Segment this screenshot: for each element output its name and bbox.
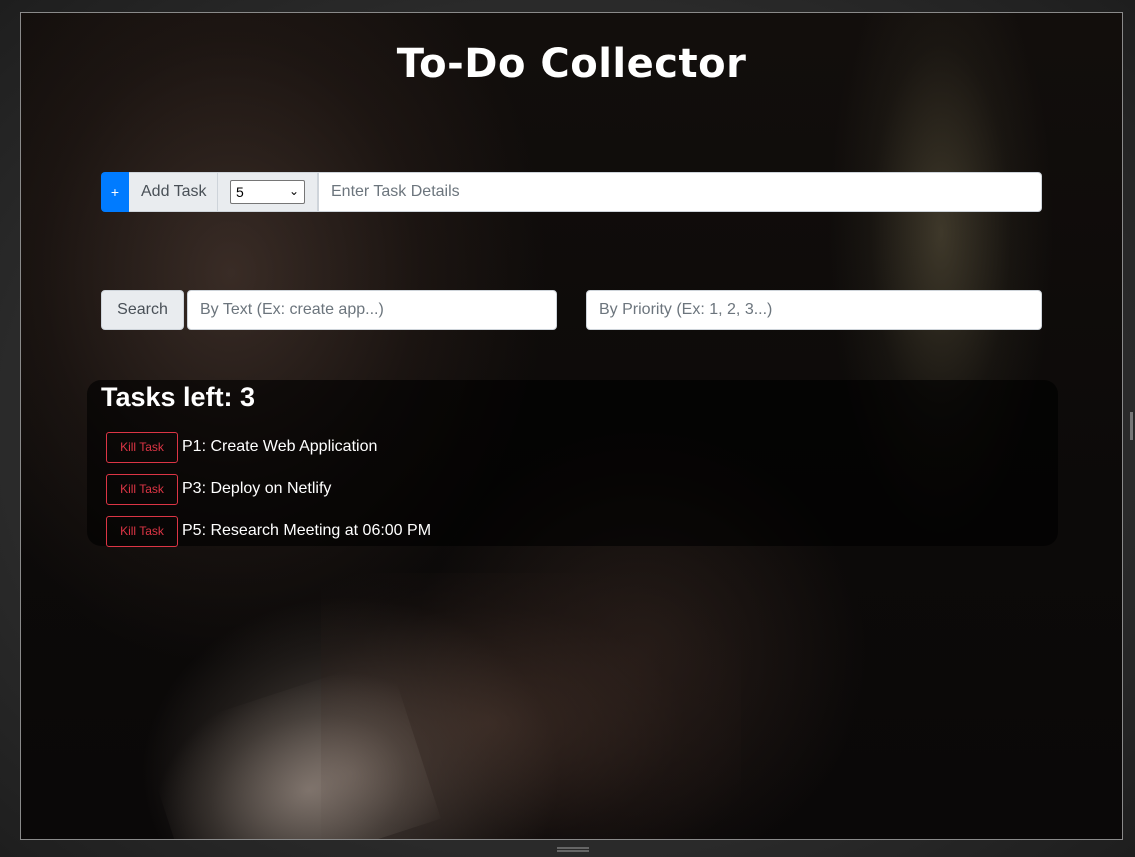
priority-select-wrapper: 5 ⌄ [218,172,318,212]
kill-task-button[interactable]: Kill Task [106,431,178,463]
add-task-form: + Add Task 5 ⌄ Enter Task Details [101,172,1042,212]
kill-task-button[interactable]: Kill Task [106,473,178,505]
kill-task-button[interactable]: Kill Task [106,515,178,547]
priority-select[interactable]: 5 ⌄ [230,180,305,204]
chevron-down-icon: ⌄ [288,184,299,198]
page-title: To-Do Collector [396,41,747,87]
search-button[interactable]: Search [101,290,184,330]
task-list: Kill Task P1: Create Web Application Kil… [106,426,431,552]
tasks-left-heading: Tasks left: 3 [101,382,256,412]
task-text: P1: Create Web Application [182,438,378,455]
app-viewport: To-Do Collector + Add Task 5 ⌄ Enter Tas… [20,12,1123,840]
scrollbar-handle[interactable] [1130,412,1133,440]
task-text: P5: Research Meeting at 06:00 PM [182,522,432,539]
tasks-panel: Tasks left: 3 Kill Task P1: Create Web A… [87,380,1058,547]
task-text: P3: Deploy on Netlify [182,480,332,497]
search-priority-input[interactable]: By Priority (Ex: 1, 2, 3...) [586,290,1042,330]
add-task-label: Add Task [129,172,218,212]
task-details-input[interactable]: Enter Task Details [318,172,1042,212]
task-item: Kill Task P5: Research Meeting at 06:00 … [106,510,431,552]
search-text-input[interactable]: By Text (Ex: create app...) [187,290,557,330]
priority-select-value: 5 [236,184,244,200]
task-item: Kill Task P1: Create Web Application [106,426,431,468]
task-item: Kill Task P3: Deploy on Netlify [106,468,431,510]
add-task-button[interactable]: + [101,172,129,212]
resize-grip[interactable] [557,847,589,852]
